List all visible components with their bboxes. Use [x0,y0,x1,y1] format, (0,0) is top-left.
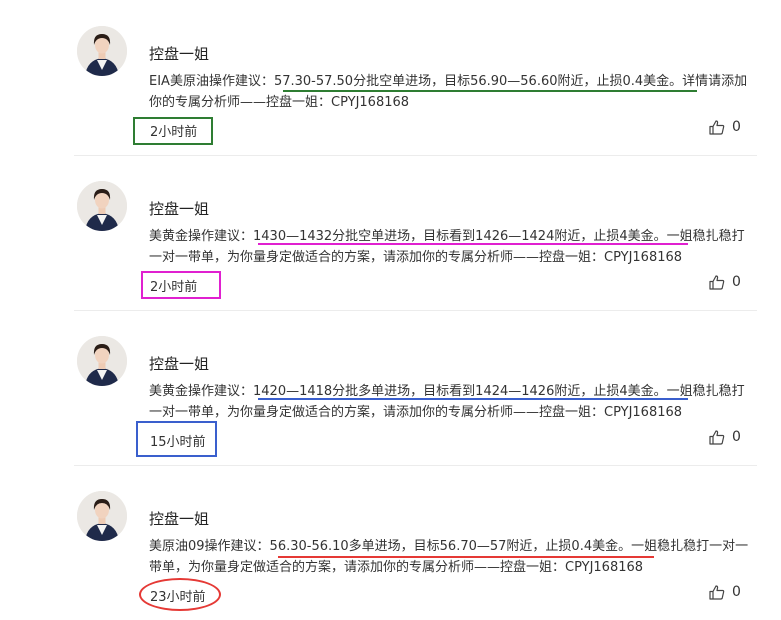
comment-text: 美黄金操作建议：1430—1432分批空单进场，目标看到1426—1424附近，… [149,229,745,265]
like-button[interactable]: 0 [709,429,741,445]
timestamp: 2小时前 [150,280,198,295]
comment-text: 美原油09操作建议：56.30-56.10多单进场，目标56.70—57附近，止… [149,539,749,575]
thumbs-up-icon [709,429,725,445]
comment-item: 控盘一姐 美黄金操作建议：1420—1418分批多单进场，目标看到1424—14… [0,310,781,465]
author-name[interactable]: 控盘一姐 [149,198,209,219]
like-count: 0 [732,584,741,600]
timestamp: 2小时前 [150,125,198,140]
like-button[interactable]: 0 [709,274,741,290]
comment-text: EIA美原油操作建议：57.30-57.50分批空单进场，目标56.90—56.… [149,74,748,110]
comment-item: 控盘一姐 EIA美原油操作建议：57.30-57.50分批空单进场，目标56.9… [0,0,781,155]
avatar[interactable] [77,26,127,76]
thumbs-up-icon [709,274,725,290]
author-name[interactable]: 控盘一姐 [149,353,209,374]
thumbs-up-icon [709,584,725,600]
author-name[interactable]: 控盘一姐 [149,43,209,64]
avatar[interactable] [77,491,127,541]
like-button[interactable]: 0 [709,584,741,600]
timestamp: 23小时前 [150,590,206,605]
avatar[interactable] [77,181,127,231]
author-name[interactable]: 控盘一姐 [149,508,209,529]
like-button[interactable]: 0 [709,119,741,135]
like-count: 0 [732,119,741,135]
comment-text: 美黄金操作建议：1420—1418分批多单进场，目标看到1424—1426附近，… [149,384,745,420]
like-count: 0 [732,429,741,445]
timestamp: 15小时前 [150,435,206,450]
thumbs-up-icon [709,119,725,135]
avatar[interactable] [77,336,127,386]
like-count: 0 [732,274,741,290]
comment-item: 控盘一姐 美原油09操作建议：56.30-56.10多单进场，目标56.70—5… [0,465,781,620]
comment-item: 控盘一姐 美黄金操作建议：1430—1432分批空单进场，目标看到1426—14… [0,155,781,310]
